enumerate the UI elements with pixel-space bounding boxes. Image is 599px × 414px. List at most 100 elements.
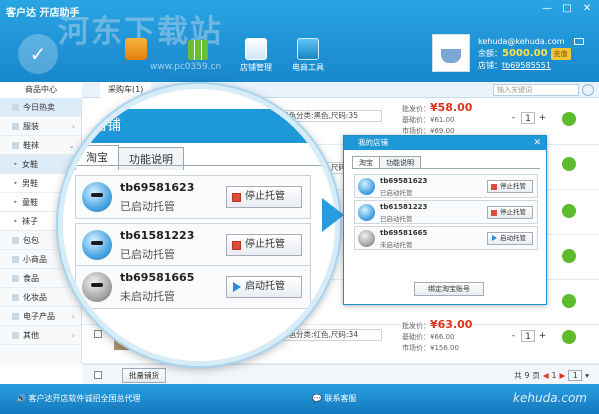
cosmetics-icon <box>12 294 19 301</box>
start-hosting-button[interactable]: 启动托管 <box>487 232 533 245</box>
bag-icon[interactable] <box>125 38 147 60</box>
quantity-stepper[interactable]: - 1 + <box>508 112 548 124</box>
shop-avatar-icon <box>82 230 112 260</box>
qty-plus-button[interactable]: + <box>537 112 548 124</box>
avatar[interactable] <box>432 34 470 72</box>
shop-status: 未启动托管 <box>380 241 413 249</box>
hot-icon <box>12 104 19 111</box>
watermark-url: www.pc0359.cn <box>150 62 222 72</box>
balance-value: 5000.00 <box>502 48 548 59</box>
pagination: 共 9 页 ◀ 1 ▶ 1 ▾ <box>514 370 589 381</box>
tab-help[interactable]: 功能说明 <box>118 147 184 170</box>
shop-status: 已启动托管 <box>380 215 413 223</box>
play-icon <box>233 282 241 292</box>
store-manage-tool[interactable]: 店铺管理 <box>230 38 282 73</box>
electronics-icon <box>12 313 19 320</box>
recharge-button[interactable]: 充值 <box>550 48 571 60</box>
shop-status: 已启动托管 <box>120 248 175 261</box>
magnifier-tabs: 淘宝 功能说明 <box>75 145 184 170</box>
stop-icon <box>491 184 497 190</box>
toolbox-icon <box>297 38 319 60</box>
stop-hosting-button[interactable]: 停止托管 <box>226 186 302 208</box>
next-page-icon[interactable]: ▶ <box>559 371 565 380</box>
my-shop-dialog: 我的店铺 ✕ 淘宝 功能说明 tb69581623 已启动托管 停止托管 tb6… <box>343 135 547 305</box>
shop-card: tb69581623 已启动托管 停止托管 <box>75 175 311 219</box>
brand-watermark: kehuda.com <box>513 391 587 405</box>
store-icon <box>245 38 267 60</box>
user-info: kehuda@kehuda.com 余额：5000.00 充值 店铺：tb6958… <box>478 36 585 72</box>
price-block: 批发价：¥58.00 基础价：¥61.00 市场价：¥69.00 <box>402 102 472 137</box>
wholesale-price: ¥58.00 <box>430 101 473 114</box>
add-to-cart-icon[interactable] <box>562 330 576 344</box>
shop-name: tb61581223 <box>120 229 195 242</box>
qty-input[interactable]: 1 <box>521 330 535 342</box>
start-hosting-button[interactable]: 启动托管 <box>226 276 302 298</box>
play-icon <box>492 235 497 241</box>
ecom-tools-label: 电商工具 <box>292 63 324 72</box>
shop-label: 店铺： <box>478 61 502 70</box>
batch-bar: 批量铺货 共 9 页 ◀ 1 ▶ 1 ▾ <box>82 364 599 384</box>
close-button[interactable]: ✕ <box>581 3 593 14</box>
other-icon <box>12 332 19 339</box>
zoom-arrow-icon <box>322 198 344 232</box>
bind-taobao-button[interactable]: 绑定淘宝账号 <box>414 282 484 296</box>
select-all-checkbox[interactable] <box>94 371 102 379</box>
market-price: 市场价：¥156.00 <box>402 344 459 352</box>
add-to-cart-icon[interactable] <box>562 249 576 263</box>
shop-name: tb61581223 <box>380 203 428 211</box>
balance-label: 余额： <box>478 49 502 58</box>
current-page-label: 1 <box>551 371 557 380</box>
zoom-magnifier: 店铺 淘宝 功能说明 tb69581623 已启动托管 停止托管 tb61581… <box>58 84 340 366</box>
close-icon[interactable]: ✕ <box>533 136 541 150</box>
quantity-stepper[interactable]: - 1 + <box>508 330 548 342</box>
shop-link[interactable]: tb69585551 <box>502 61 551 70</box>
shop-name: tb69581623 <box>380 177 428 185</box>
window-controls: — □ ✕ <box>541 3 593 14</box>
shop-status: 未启动托管 <box>120 290 175 303</box>
grid-icon[interactable] <box>188 40 208 60</box>
shop-card: tb69581665 未启动托管 启动托管 <box>75 265 311 309</box>
clothing-icon <box>12 123 19 130</box>
home-logo-icon[interactable]: ✓ <box>18 34 58 74</box>
stop-hosting-button[interactable]: 停止托管 <box>226 234 302 256</box>
qty-minus-button[interactable]: - <box>508 112 519 124</box>
page-input[interactable]: 1 <box>568 370 583 381</box>
qty-input[interactable]: 1 <box>521 112 535 124</box>
minimize-button[interactable]: — <box>541 3 553 14</box>
wholesale-price: ¥63.00 <box>430 318 473 331</box>
stop-icon <box>232 241 241 250</box>
wholesale-label: 批发价： <box>402 105 430 113</box>
shop-card: tb69581623 已启动托管 停止托管 <box>354 174 538 198</box>
contact-support[interactable]: 💬 联系客服 <box>312 393 357 404</box>
shop-name: tb69581665 <box>120 271 195 284</box>
go-page-icon[interactable]: ▾ <box>585 371 589 380</box>
search-input[interactable]: 输入关键词 <box>493 84 579 96</box>
ecom-tools-tool[interactable]: 电商工具 <box>282 38 334 73</box>
total-pages: 9 <box>524 371 530 380</box>
magnifier-title: 店铺 <box>63 109 335 143</box>
add-to-cart-icon[interactable] <box>562 112 576 126</box>
title-bar: 客户达 开店助手 河东下载站 www.pc0359.cn — □ ✕ ✓ 店铺管… <box>0 0 599 82</box>
status-bar: 🔊 客户达开店软件诚招全国总代理 💬 联系客服 kehuda.com <box>0 384 599 414</box>
shop-avatar-icon <box>358 230 375 247</box>
mail-icon[interactable] <box>574 38 585 45</box>
dialog-title: 我的店铺 <box>358 138 388 147</box>
stop-hosting-button[interactable]: 停止托管 <box>487 180 533 193</box>
add-to-cart-icon[interactable] <box>562 204 576 218</box>
tab-taobao[interactable]: 淘宝 <box>75 145 119 170</box>
batch-list-button[interactable]: 批量铺货 <box>122 368 166 383</box>
shop-avatar-icon <box>358 178 375 195</box>
maximize-button[interactable]: □ <box>561 3 573 14</box>
add-to-cart-icon[interactable] <box>562 157 576 171</box>
stop-icon <box>232 193 241 202</box>
shop-card: tb69581665 未启动托管 启动托管 <box>354 226 538 250</box>
promo-text[interactable]: 🔊 客户达开店软件诚招全国总代理 <box>16 393 141 404</box>
qty-plus-button[interactable]: + <box>537 330 548 342</box>
chat-icon: 💬 <box>312 394 325 403</box>
prev-page-icon[interactable]: ◀ <box>543 371 549 380</box>
stop-hosting-button[interactable]: 停止托管 <box>487 206 533 219</box>
add-to-cart-icon[interactable] <box>562 294 576 308</box>
qty-minus-button[interactable]: - <box>508 330 519 342</box>
store-manage-label: 店铺管理 <box>240 63 272 72</box>
search-icon[interactable] <box>582 84 594 96</box>
